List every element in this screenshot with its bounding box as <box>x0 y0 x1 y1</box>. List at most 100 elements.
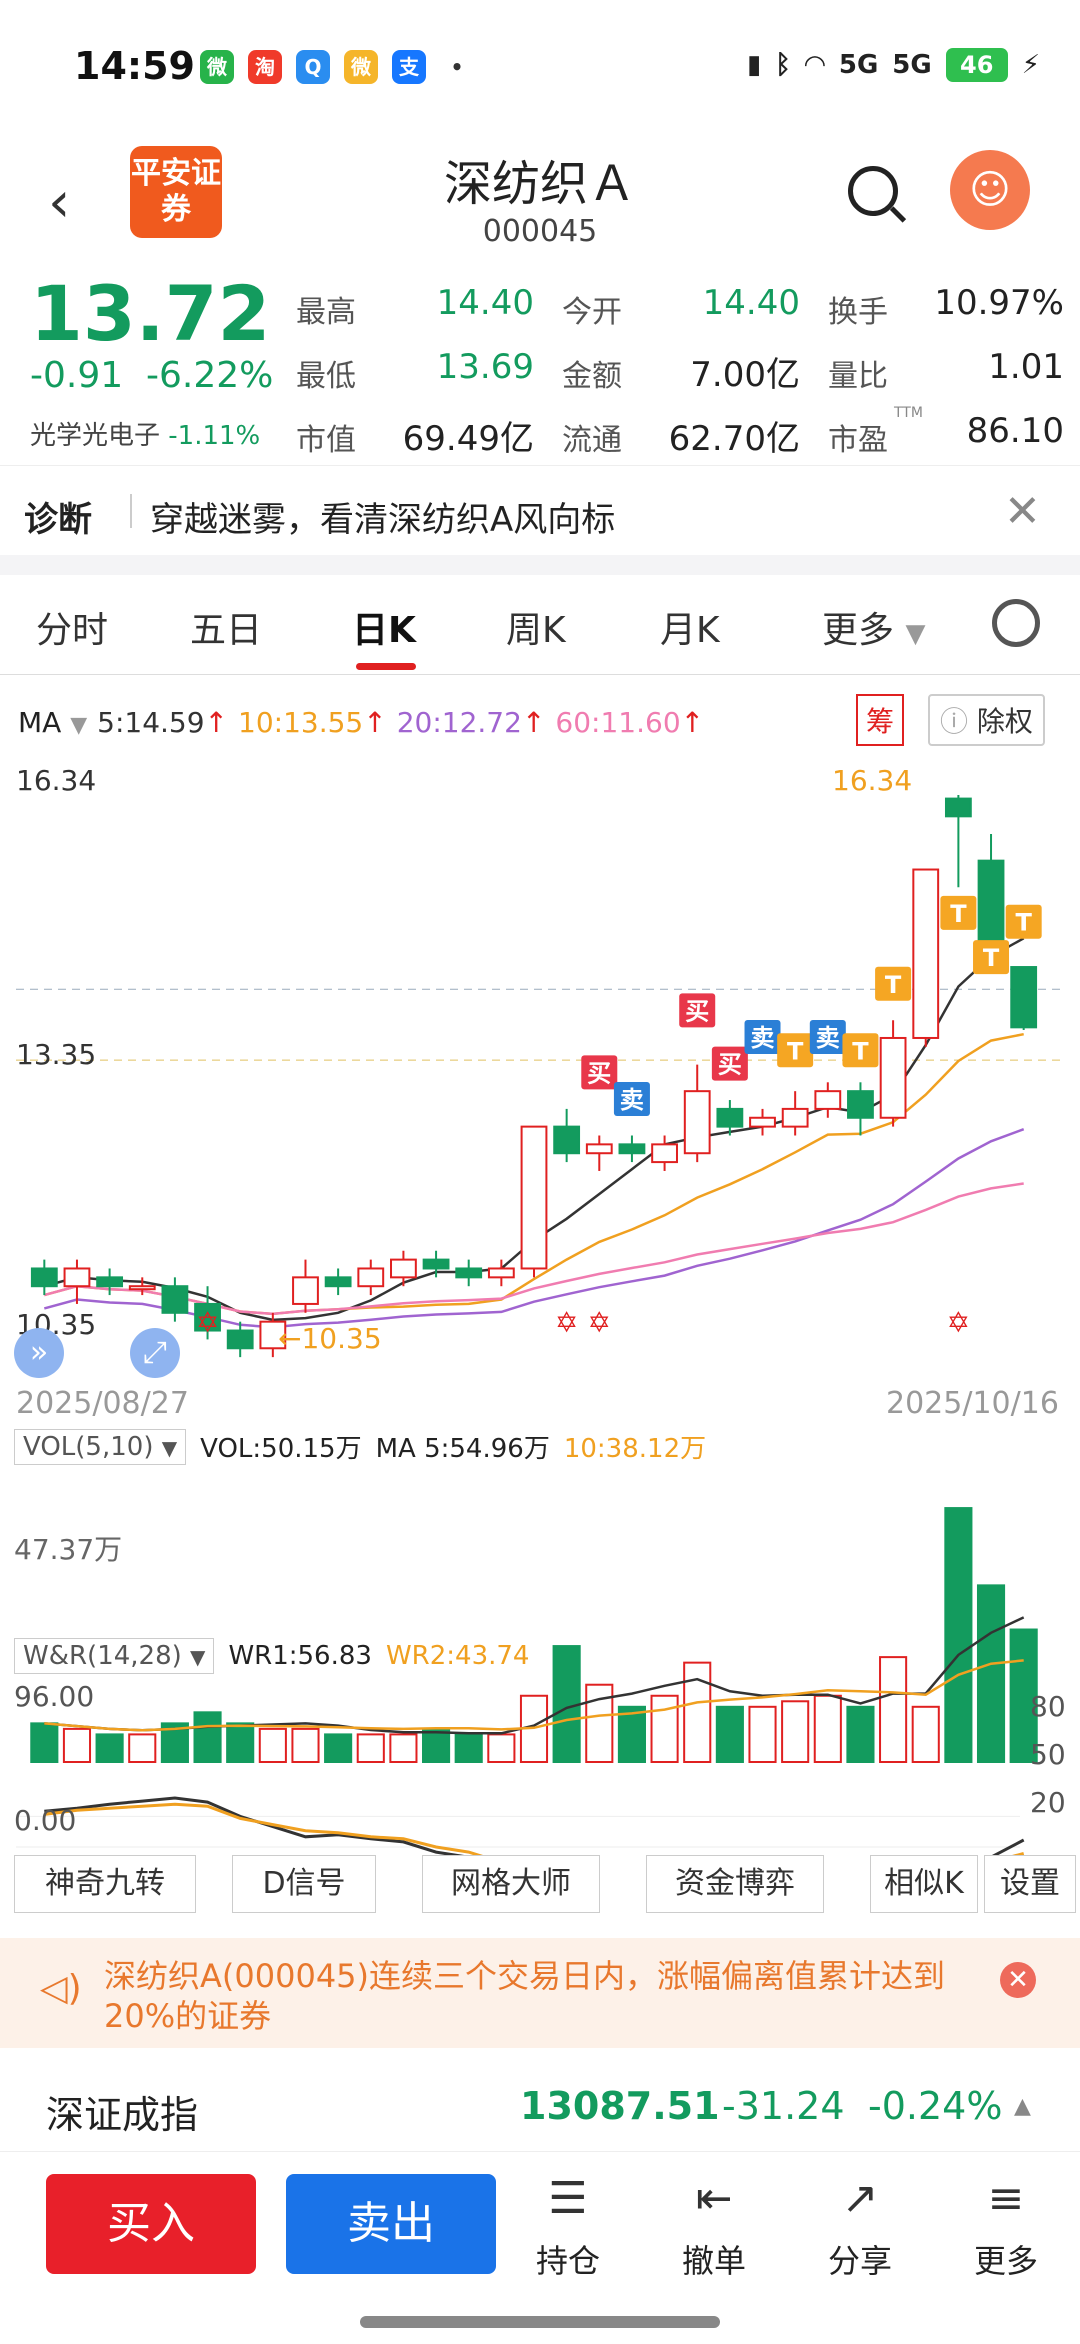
tab-daily-k[interactable]: 日K <box>352 601 416 653</box>
tab-more-label: 更多 <box>822 610 895 651</box>
wr-axis-bottom: 0.00 <box>14 1804 77 1837</box>
risk-warning[interactable]: ◁) 深纺织A(000045)连续三个交易日内，涨幅偏离值累计达到20%的证券 … <box>0 1938 1080 2048</box>
candle-body <box>716 1107 744 1128</box>
wr-selector[interactable]: W&R(14,28) ▼ <box>14 1638 215 1674</box>
volume-bar <box>226 1722 255 1763</box>
quote-value-6: 69.49亿 <box>402 419 534 459</box>
candle-body <box>30 1267 58 1288</box>
chevron-up-icon[interactable]: ▲ <box>1014 2094 1031 2119</box>
stock-header: ‹ 平安证券 深纺织Ａ 000045 ☺ <box>0 130 1080 265</box>
volume-bar <box>422 1727 451 1764</box>
candle-body <box>651 1143 678 1164</box>
nine-turn-star-icon: ✡ <box>555 1306 578 1339</box>
trade-marker-label-1: 卖 <box>620 1086 644 1114</box>
volume-bar <box>683 1661 712 1764</box>
volume-bar <box>487 1733 516 1764</box>
wr2-value: WR2:43.74 <box>385 1641 530 1671</box>
vibrate-icon: ▮ <box>746 50 762 80</box>
index-value: 13087.51 <box>520 2084 720 2128</box>
volume-bar <box>879 1656 908 1763</box>
tab-five-day[interactable]: 五日 <box>190 601 262 653</box>
volume-legend: VOL(5,10) ▼ VOL:50.15万 MA 5:54.96万 10:38… <box>14 1428 706 1465</box>
trade-marker-label-0: 买 <box>587 1059 611 1087</box>
candle-body <box>455 1267 483 1279</box>
current-price: 13.72 <box>30 269 271 358</box>
tool-fund-game[interactable]: 资金博弈 <box>646 1855 824 1913</box>
price-change-pct: -6.22% <box>146 355 274 396</box>
candle-body <box>912 868 940 1039</box>
nine-turn-star-icon: ✡ <box>588 1306 611 1339</box>
withdraw-icon: ⇤ <box>695 2173 733 2224</box>
diagnosis-text: 穿越迷雾，看清深纺织A风向标 <box>150 500 616 540</box>
nav-share[interactable]: ↗ 分享 <box>800 2174 920 2282</box>
diagnosis-divider <box>130 494 132 528</box>
sell-button[interactable]: 卖出 <box>286 2174 496 2274</box>
trade-marker-label-3: 买 <box>718 1051 742 1079</box>
expand-left-icon[interactable]: » <box>14 1328 64 1378</box>
peak-price-label: 16.34 <box>832 764 913 797</box>
quote-label-0: 最高 <box>296 295 356 330</box>
quote-label-2: 换手 <box>828 295 888 330</box>
fullscreen-icon[interactable]: ⤢ <box>130 1328 180 1378</box>
tab-weekly-k[interactable]: 周K <box>506 601 566 653</box>
volume-bar <box>552 1645 581 1764</box>
volume-bar <box>813 1694 842 1764</box>
search-icon[interactable] <box>848 166 898 216</box>
volume-bar <box>30 1722 59 1763</box>
chevron-down-icon: ▼ <box>161 1435 178 1460</box>
candle-body <box>585 1143 613 1155</box>
tab-intraday[interactable]: 分时 <box>36 601 108 653</box>
tool-similar-k[interactable]: 相似K <box>870 1855 978 1913</box>
candle-body <box>814 1090 842 1110</box>
diagnosis-title: 诊断 <box>24 500 92 540</box>
gear-icon[interactable] <box>992 599 1040 647</box>
volume-axis-label: 47.37万 <box>14 1533 123 1566</box>
alipay-icon: 支 <box>392 50 426 84</box>
home-indicator[interactable] <box>360 2316 720 2328</box>
index-change-pct: -0.24% <box>868 2084 1003 2128</box>
candle-body <box>161 1285 189 1314</box>
tool-magic-nine[interactable]: 神奇九转 <box>14 1855 196 1913</box>
tab-more[interactable]: 更多 ▼ <box>822 601 925 653</box>
stock-name: 深纺织Ａ <box>443 156 636 212</box>
trade-marker-label-7: T <box>852 1037 869 1065</box>
section-divider <box>0 555 1080 575</box>
chevron-down-icon: ▼ <box>190 1645 206 1669</box>
volume-bar <box>62 1727 92 1764</box>
bluetooth-icon: ᛒ <box>775 50 791 80</box>
candle-body <box>390 1258 417 1279</box>
sector-info[interactable]: 光学光电子 -1.11% <box>30 415 260 452</box>
trade-marker-label-2: 买 <box>685 997 709 1025</box>
close-icon[interactable]: ✕ <box>1000 1962 1036 1998</box>
speaker-icon: ◁) <box>40 1968 82 2009</box>
nav-holdings[interactable]: ☰ 持仓 <box>508 2174 628 2282</box>
active-tab-indicator <box>356 663 416 670</box>
trade-bar: 买入 卖出 ☰ 持仓 ⇤ 撤单 ↗ 分享 ≡ 更多 <box>0 2160 1080 2344</box>
tool-settings[interactable]: 设置 <box>984 1855 1076 1913</box>
assistant-avatar[interactable]: ☺ <box>950 150 1030 230</box>
quote-value-3: 13.69 <box>436 347 534 387</box>
volume-bar <box>781 1700 810 1764</box>
index-ticker[interactable]: 深证成指 13087.51 -31.24 -0.24% ▲ <box>0 2052 1080 2152</box>
candle-body <box>1010 966 1038 1029</box>
index-name: 深证成指 <box>46 2093 199 2137</box>
stock-code: 000045 <box>482 214 598 249</box>
tool-d-signal[interactable]: D信号 <box>232 1855 376 1913</box>
candle-body <box>618 1143 646 1155</box>
volume-value: VOL:50.15万 <box>200 1434 362 1464</box>
trade-marker-label-11: T <box>1015 909 1032 937</box>
nav-holdings-label: 持仓 <box>535 2242 600 2280</box>
nav-withdraw[interactable]: ⇤ 撤单 <box>654 2174 774 2282</box>
tab-monthly-k[interactable]: 月K <box>660 601 720 653</box>
wr2-line <box>44 1802 1025 1856</box>
chevron-down-icon: ▼ <box>905 619 926 649</box>
buy-button[interactable]: 买入 <box>46 2174 256 2274</box>
volume-selector[interactable]: VOL(5,10) ▼ <box>14 1428 187 1465</box>
nav-more[interactable]: ≡ 更多 <box>946 2174 1066 2282</box>
kline-svg[interactable]: 买卖买买卖 T 卖 TTTTT✡ ✡ ✡ ✡ <box>0 676 1080 1856</box>
volume-bar <box>650 1694 679 1764</box>
tool-grid-master[interactable]: 网格大师 <box>422 1855 600 1913</box>
diagnosis-banner[interactable]: 诊断 穿越迷雾，看清深纺织A风向标 ✕ <box>0 465 1080 555</box>
close-icon[interactable]: ✕ <box>1004 486 1041 537</box>
more-icon: ≡ <box>987 2173 1025 2224</box>
